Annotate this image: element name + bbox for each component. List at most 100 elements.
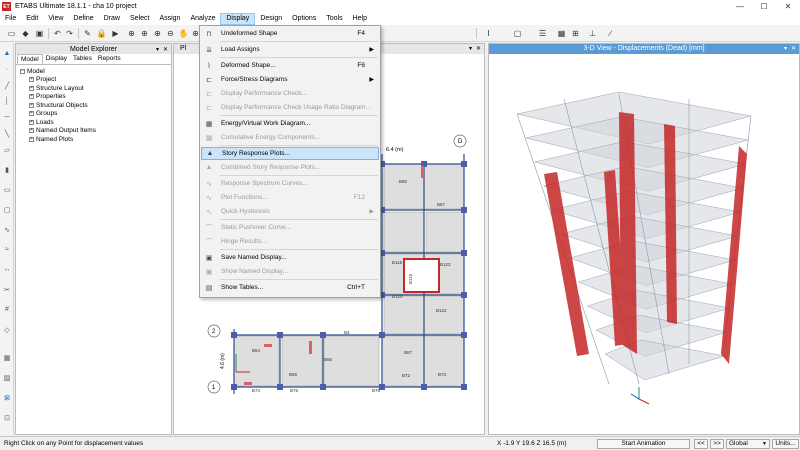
menu-define[interactable]: Define	[68, 13, 98, 25]
run-analysis-icon[interactable]: ▶	[110, 28, 121, 39]
tab-model[interactable]: Model	[17, 54, 43, 64]
tree-item-structural-objects[interactable]: + Structural Objects	[20, 101, 171, 110]
lock-icon[interactable]: 🔒	[96, 28, 107, 39]
3d-view-pane[interactable]: 3-D View - Displacements (Dead) [mm] ▾ ✕	[488, 43, 800, 435]
draw-opening-icon[interactable]: ▢	[2, 205, 12, 214]
menu-item-load-assigns[interactable]: ⇊ Load Assigns ▶	[201, 43, 379, 56]
start-animation-button[interactable]: Start Animation	[597, 439, 690, 449]
expand-icon[interactable]: +	[29, 85, 34, 91]
expand-icon[interactable]: +	[29, 77, 34, 83]
menu-item-energy-virtual-work[interactable]: ▦ Energy/Virtual Work Diagram...	[201, 117, 379, 130]
close-icon[interactable]: ✕	[791, 44, 796, 54]
next-button[interactable]: >>	[710, 439, 724, 449]
snap-options-icon[interactable]: ⊡	[2, 413, 12, 422]
text-tool-icon[interactable]: I	[483, 28, 494, 39]
draw-reference-icon[interactable]: ◇	[2, 325, 12, 334]
units-button[interactable]: Units...	[772, 439, 799, 449]
clear-selection-icon[interactable]: ⊠	[2, 393, 12, 402]
tree-item-project[interactable]: + Project	[20, 76, 171, 85]
measure-icon[interactable]: ⊥	[587, 28, 598, 39]
menu-design[interactable]: Design	[255, 13, 287, 25]
close-button[interactable]: ✕	[776, 0, 800, 13]
force-icon: ⊏	[206, 76, 212, 84]
redo-icon[interactable]: ↷	[64, 28, 75, 39]
draw-area-icon[interactable]: ▱	[2, 145, 12, 154]
draw-grid-icon[interactable]: #	[2, 305, 12, 314]
menu-draw[interactable]: Draw	[99, 13, 125, 25]
menu-display[interactable]: Display	[220, 13, 256, 25]
zoom-out-icon[interactable]: ⊖	[165, 28, 176, 39]
coordinate-system-select[interactable]: Global ▼	[726, 439, 770, 449]
pin-icon[interactable]: ▾	[469, 44, 472, 54]
pin-icon[interactable]: ▾	[784, 44, 787, 54]
menu-item-undeformed-shape[interactable]: ⊓ Undeformed Shape F4	[201, 27, 379, 40]
menu-item-deformed-shape[interactable]: ⌇ Deformed Shape... F6	[201, 59, 379, 72]
maximize-button[interactable]: ☐	[752, 0, 776, 13]
previous-button[interactable]: <<	[694, 439, 708, 449]
zoom-restore-icon[interactable]: ⊕	[139, 28, 150, 39]
expand-icon[interactable]: +	[29, 136, 34, 142]
tab-reports[interactable]: Reports	[95, 54, 124, 64]
draw-joint-icon[interactable]: ·	[2, 65, 12, 74]
menu-edit[interactable]: Edit	[21, 13, 43, 25]
menu-tools[interactable]: Tools	[321, 13, 347, 25]
menu-help[interactable]: Help	[348, 13, 372, 25]
menu-options[interactable]: Options	[287, 13, 321, 25]
expand-icon[interactable]: +	[29, 128, 34, 134]
pan-icon[interactable]: ✋	[178, 28, 189, 39]
draw-tendon-icon[interactable]: ≈	[2, 245, 12, 254]
draw-slab-icon[interactable]: ▭	[2, 185, 12, 194]
pin-icon[interactable]: ▾	[156, 46, 159, 53]
tree-item-groups[interactable]: + Groups	[20, 110, 171, 119]
expand-icon[interactable]: +	[29, 119, 34, 125]
snap-icon[interactable]: ⊞	[570, 28, 581, 39]
grid-icon[interactable]: ▦	[556, 28, 567, 39]
draw-frame-icon[interactable]: ╱	[2, 81, 12, 90]
tab-display[interactable]: Display	[43, 54, 70, 64]
select-box-icon[interactable]: ▢	[512, 28, 523, 39]
tree-item-properties[interactable]: + Properties	[20, 93, 171, 102]
menu-analyze[interactable]: Analyze	[185, 13, 220, 25]
open-icon[interactable]: ◆	[20, 28, 31, 39]
pointer-icon[interactable]: ▲	[2, 49, 12, 58]
tree-item-named-plots[interactable]: + Named Plots	[20, 135, 171, 144]
menu-item-show-tables[interactable]: ▤ Show Tables... Ctrl+T	[201, 281, 379, 294]
tab-tables[interactable]: Tables	[70, 54, 95, 64]
select-previous-icon[interactable]: ▨	[2, 373, 12, 382]
tree-item-named-output-items[interactable]: + Named Output Items	[20, 127, 171, 136]
draw-line-icon[interactable]: ∕	[605, 28, 616, 39]
zoom-rubber-band-icon[interactable]: ⊕	[126, 28, 137, 39]
menu-item-story-response-plots[interactable]: ▲ Story Response Plots...	[201, 147, 379, 160]
draw-section-cut-icon[interactable]: ✂	[2, 285, 12, 294]
expand-icon[interactable]: +	[29, 102, 34, 108]
minimize-button[interactable]: —	[728, 0, 752, 13]
close-icon[interactable]: ✕	[163, 46, 168, 53]
3d-building-model[interactable]	[489, 54, 800, 435]
menu-item-force-stress-diagrams[interactable]: ⊏ Force/Stress Diagrams ▶	[201, 73, 379, 86]
menu-file[interactable]: File	[0, 13, 21, 25]
new-model-icon[interactable]: ▭	[6, 28, 17, 39]
menu-select[interactable]: Select	[125, 13, 154, 25]
close-icon[interactable]: ✕	[476, 44, 481, 54]
line-style-icon[interactable]: ☰	[537, 28, 548, 39]
draw-link-icon[interactable]: ∿	[2, 225, 12, 234]
expand-icon[interactable]: +	[29, 111, 34, 117]
draw-dimension-icon[interactable]: ↔	[2, 265, 12, 274]
draw-beam-icon[interactable]: ─	[2, 113, 12, 122]
tree-item-structure-layout[interactable]: + Structure Layout	[20, 84, 171, 93]
menu-item-save-named-display[interactable]: ▣ Save Named Display...	[201, 251, 379, 264]
tree-item-loads[interactable]: + Loads	[20, 118, 171, 127]
undo-icon[interactable]: ↶	[52, 28, 63, 39]
expand-icon[interactable]: +	[29, 94, 34, 100]
draw-wall-icon[interactable]: ▮	[2, 165, 12, 174]
draw-column-icon[interactable]: │	[2, 97, 12, 106]
save-icon[interactable]: ▣	[34, 28, 45, 39]
zoom-in-icon[interactable]: ⊕	[152, 28, 163, 39]
collapse-icon[interactable]: −	[20, 68, 25, 74]
tree-root-model[interactable]: − Model	[20, 67, 171, 76]
menu-assign[interactable]: Assign	[154, 13, 185, 25]
pencil-icon[interactable]: ✎	[82, 28, 93, 39]
select-all-icon[interactable]: ▦	[2, 353, 12, 362]
menu-view[interactable]: View	[43, 13, 68, 25]
draw-brace-icon[interactable]: ╲	[2, 129, 12, 138]
